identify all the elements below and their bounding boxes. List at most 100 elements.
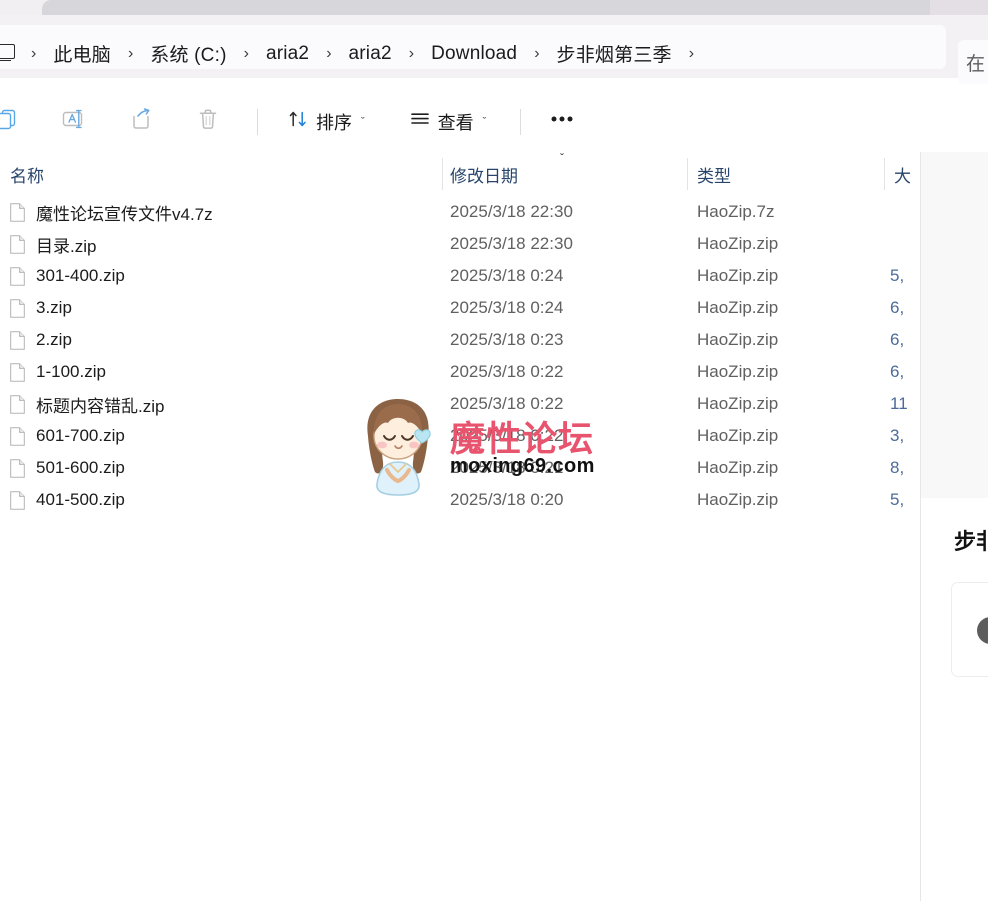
breadcrumb-separator-0: › bbox=[31, 44, 37, 62]
column-divider-2[interactable] bbox=[687, 158, 688, 190]
column-header-date-modified-label: 修改日期 bbox=[450, 166, 518, 186]
file-name-label: 魔性论坛宣传文件v4.7z bbox=[36, 204, 213, 224]
details-pane-title: 步非烟第三季 bbox=[954, 529, 988, 554]
ellipsis-icon bbox=[548, 109, 576, 134]
table-row[interactable]: 标题内容错乱.zip 2025/3/18 0:22 HaoZip.zip 11 bbox=[0, 388, 920, 420]
table-row[interactable]: 1-100.zip 2025/3/18 0:22 HaoZip.zip 6, bbox=[0, 356, 920, 388]
breadcrumb-item-aria2-1[interactable]: aria2 bbox=[260, 40, 315, 68]
file-type-cell: HaoZip.zip bbox=[697, 330, 779, 349]
file-size-cell: 8, bbox=[890, 458, 905, 477]
column-header-name[interactable]: 名称 bbox=[10, 152, 44, 196]
table-row[interactable]: 401-500.zip 2025/3/18 0:20 HaoZip.zip 5, bbox=[0, 484, 920, 516]
file-type-cell: HaoZip.zip bbox=[697, 426, 779, 445]
details-pane-preview-area bbox=[921, 152, 988, 498]
file-icon bbox=[10, 490, 25, 510]
file-icon bbox=[10, 426, 25, 446]
file-icon bbox=[10, 458, 25, 478]
file-name-label: 401-500.zip bbox=[36, 490, 125, 509]
file-name-cell: 301-400.zip bbox=[10, 260, 125, 292]
file-name-cell: 1-100.zip bbox=[10, 356, 106, 388]
toolbar-divider-2 bbox=[520, 108, 522, 135]
view-button-label: 查看 bbox=[437, 112, 474, 133]
breadcrumb-item-this-pc[interactable]: 此电脑 bbox=[47, 37, 117, 70]
column-header-name-label: 名称 bbox=[10, 166, 44, 186]
view-button[interactable]: 查看 ˇ bbox=[400, 102, 496, 142]
file-name-cell: 2.zip bbox=[10, 324, 72, 356]
more-options-button[interactable] bbox=[539, 102, 585, 142]
sort-button-label: 排序 bbox=[316, 112, 352, 133]
file-type-cell: HaoZip.7z bbox=[697, 202, 775, 221]
file-size-cell: 11 bbox=[890, 394, 908, 413]
share-icon bbox=[129, 107, 153, 136]
table-row[interactable]: 601-700.zip 2025/3/18 0:22 HaoZip.zip 3, bbox=[0, 420, 920, 452]
file-date-cell: 2025/3/18 0:22 bbox=[450, 426, 564, 445]
delete-button[interactable] bbox=[187, 102, 229, 142]
table-row[interactable]: 目录.zip 2025/3/18 22:30 HaoZip.zip bbox=[0, 228, 920, 260]
file-type-cell: HaoZip.zip bbox=[697, 234, 779, 253]
column-divider-1[interactable] bbox=[442, 158, 443, 190]
breadcrumb-separator-2: › bbox=[243, 44, 249, 62]
copy-button[interactable] bbox=[0, 102, 28, 142]
tab-strip bbox=[0, 0, 988, 15]
rename-button[interactable] bbox=[52, 102, 96, 142]
file-date-cell: 2025/3/18 0:22 bbox=[450, 362, 564, 381]
file-name-label: 标题内容错乱.zip bbox=[36, 396, 165, 416]
table-row[interactable]: 3.zip 2025/3/18 0:24 HaoZip.zip 6, bbox=[0, 292, 920, 324]
file-name-label: 1-100.zip bbox=[36, 362, 106, 381]
sort-button[interactable]: 排序 ˇ bbox=[278, 102, 374, 142]
sort-indicator-chevron-down-icon: ˇ bbox=[560, 151, 564, 165]
breadcrumb-item-current-folder[interactable]: 步非烟第三季 bbox=[551, 37, 678, 70]
file-icon bbox=[10, 362, 25, 382]
file-date-cell: 2025/3/18 0:24 bbox=[450, 266, 564, 285]
table-row[interactable]: 2.zip 2025/3/18 0:23 HaoZip.zip 6, bbox=[0, 324, 920, 356]
file-size-cell: 6, bbox=[890, 362, 905, 381]
file-size-cell: 5, bbox=[890, 266, 905, 285]
rename-icon bbox=[61, 107, 87, 136]
column-divider-3[interactable] bbox=[884, 158, 885, 190]
search-input[interactable]: 在 bbox=[958, 40, 988, 84]
file-icon bbox=[10, 394, 25, 414]
table-row[interactable]: 501-600.zip 2025/3/18 0:21 HaoZip.zip 8, bbox=[0, 452, 920, 484]
details-pane: 步非烟第三季 i bbox=[921, 152, 988, 901]
file-size-cell: 3, bbox=[890, 426, 905, 445]
file-date-cell: 2025/3/18 0:20 bbox=[450, 490, 564, 509]
column-header-size-label: 大 bbox=[894, 166, 911, 186]
file-name-cell: 目录.zip bbox=[10, 228, 96, 260]
details-pane-info-card: i bbox=[951, 582, 988, 677]
sort-icon bbox=[287, 108, 309, 135]
file-type-cell: HaoZip.zip bbox=[697, 298, 779, 317]
toolbar-divider-1 bbox=[257, 108, 258, 135]
table-row[interactable]: 301-400.zip 2025/3/18 0:24 HaoZip.zip 5, bbox=[0, 260, 920, 292]
file-date-cell: 2025/3/18 0:23 bbox=[450, 330, 564, 349]
chevron-down-icon-view: ˇ bbox=[482, 115, 487, 128]
trash-icon bbox=[196, 107, 220, 136]
column-header-row: 名称 修改日期 ˇ 类型 大 bbox=[0, 152, 920, 197]
file-date-cell: 2025/3/18 0:22 bbox=[450, 394, 564, 413]
column-header-size[interactable]: 大 bbox=[894, 152, 911, 196]
file-icon bbox=[10, 330, 25, 350]
file-name-label: 2.zip bbox=[36, 330, 72, 349]
breadcrumb-separator-5: › bbox=[534, 44, 540, 62]
file-icon bbox=[10, 266, 25, 286]
table-row[interactable]: 魔性论坛宣传文件v4.7z 2025/3/18 22:30 HaoZip.7z bbox=[0, 196, 920, 228]
file-type-cell: HaoZip.zip bbox=[697, 394, 779, 413]
column-header-date-modified[interactable]: 修改日期 bbox=[450, 152, 518, 196]
column-header-type-label: 类型 bbox=[697, 166, 731, 186]
column-header-type[interactable]: 类型 bbox=[697, 152, 731, 196]
view-icon bbox=[409, 108, 431, 135]
breadcrumb-item-system-c[interactable]: 系统 (C:) bbox=[144, 37, 232, 70]
share-button[interactable] bbox=[120, 102, 162, 142]
file-size-cell bbox=[890, 196, 920, 228]
file-size-cell bbox=[890, 228, 920, 260]
file-list[interactable]: 魔性论坛宣传文件v4.7z 2025/3/18 22:30 HaoZip.7z … bbox=[0, 196, 920, 901]
breadcrumb-separator-3: › bbox=[326, 44, 332, 62]
file-size-cell: 6, bbox=[890, 298, 905, 317]
breadcrumb-item-aria2-2[interactable]: aria2 bbox=[343, 40, 398, 68]
breadcrumb-separator-6: › bbox=[688, 44, 695, 62]
file-icon bbox=[10, 202, 25, 222]
this-pc-icon[interactable] bbox=[0, 43, 16, 64]
breadcrumb-item-download[interactable]: Download bbox=[425, 40, 523, 68]
file-date-cell: 2025/3/18 22:30 bbox=[450, 234, 573, 253]
search-input-text: 在 bbox=[966, 54, 986, 75]
tab-active[interactable] bbox=[42, 0, 942, 15]
